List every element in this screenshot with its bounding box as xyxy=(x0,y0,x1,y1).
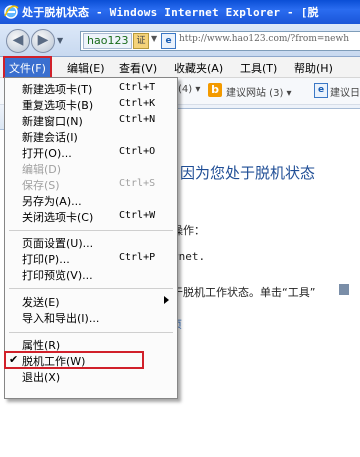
internet-explorer-icon xyxy=(4,5,19,19)
menu-view[interactable]: 查看(V) xyxy=(119,60,157,76)
menu-item-label: 关闭选项卡(C) xyxy=(22,211,94,224)
history-dropdown-icon[interactable]: ▼ xyxy=(57,36,63,45)
suggested-sites-icon: b xyxy=(208,83,222,97)
menu-separator xyxy=(9,332,173,333)
site-label: hao123 xyxy=(83,33,133,49)
menu-item-page-setup[interactable]: 页面设置(U)... xyxy=(5,234,177,250)
menu-item-label: 重复选项卡(B) xyxy=(22,99,94,112)
checkmark-icon: ✔ xyxy=(9,353,19,366)
menu-item-label: 导入和导出(I)... xyxy=(22,312,100,325)
menu-separator xyxy=(9,288,173,289)
certificate-icon[interactable]: 证 xyxy=(133,33,149,49)
menu-item-label: 新建会话(I) xyxy=(22,131,78,144)
menu-item-shortcut: Ctrl+N xyxy=(119,114,156,125)
menu-item-open[interactable]: 打开(O)... Ctrl+O xyxy=(5,144,177,160)
address-field[interactable]: hao123 证 ▼ e http://www.hao123.com/?from… xyxy=(80,31,360,51)
title-bar: 处于脱机状态 - Windows Internet Explorer - [脱 xyxy=(0,0,360,24)
tools-icon xyxy=(339,284,349,295)
menu-item-label: 打印(P)... xyxy=(22,253,70,266)
page-icon: e xyxy=(314,83,328,98)
menu-item-shortcut: Ctrl+P xyxy=(119,252,156,263)
menu-item-label: 脱机工作(W) xyxy=(22,355,86,368)
menu-item-label: 打开(O)... xyxy=(22,147,72,160)
forward-arrow-icon: ▶ xyxy=(37,32,49,48)
suggested-sites-link[interactable]: 建议网站 (3) ▾ xyxy=(226,84,292,99)
submenu-arrow-icon xyxy=(164,296,169,304)
favorites-count[interactable]: (4) ▾ xyxy=(178,84,200,95)
menu-item-save: 保存(S) Ctrl+S xyxy=(5,176,177,192)
menu-item-label: 新建选项卡(T) xyxy=(22,83,93,96)
menu-item-label: 打印预览(V)... xyxy=(22,269,93,282)
menu-item-duplicate-tab[interactable]: 重复选项卡(B) Ctrl+K xyxy=(5,96,177,112)
menu-help[interactable]: 帮助(H) xyxy=(294,60,333,76)
menu-item-send[interactable]: 发送(E) xyxy=(5,293,177,309)
menu-item-shortcut: Ctrl+O xyxy=(119,146,156,157)
menu-item-import-export[interactable]: 导入和导出(I)... xyxy=(5,309,177,325)
menu-item-new-window[interactable]: 新建窗口(N) Ctrl+N xyxy=(5,112,177,128)
menu-item-close-tab[interactable]: 关闭选项卡(C) Ctrl+W xyxy=(5,208,177,224)
menu-item-label: 另存为(A)... xyxy=(22,195,82,208)
menu-item-label: 退出(X) xyxy=(22,371,61,384)
menu-item-label: 发送(E) xyxy=(22,296,60,309)
suggested-link-2[interactable]: 建议日 xyxy=(330,84,360,99)
menu-item-print-preview[interactable]: 打印预览(V)... xyxy=(5,266,177,282)
menu-item-label: 保存(S) xyxy=(22,179,60,192)
menu-tools[interactable]: 工具(T) xyxy=(240,60,277,76)
menu-item-label: 页面设置(U)... xyxy=(22,237,94,250)
menu-item-properties[interactable]: 属性(R) xyxy=(5,336,177,352)
menu-item-save-as[interactable]: 另存为(A)... xyxy=(5,192,177,208)
window-title: 处于脱机状态 - Windows Internet Explorer - [脱 xyxy=(22,6,319,19)
url-text[interactable]: http://www.hao123.com/?from=newh xyxy=(179,34,349,44)
forward-button[interactable]: ▶ xyxy=(31,29,55,53)
file-menu-dropdown: 新建选项卡(T) Ctrl+T 重复选项卡(B) Ctrl+K 新建窗口(N) … xyxy=(4,77,178,399)
back-arrow-icon: ◀ xyxy=(12,32,24,48)
menu-item-label: 属性(R) xyxy=(22,339,61,352)
menu-item-edit: 编辑(D) xyxy=(5,160,177,176)
menu-favorites[interactable]: 收藏夹(A) xyxy=(174,60,223,76)
tab-current[interactable] xyxy=(160,108,360,130)
menu-item-label: 新建窗口(N) xyxy=(22,115,83,128)
menu-item-work-offline[interactable]: ✔ 脱机工作(W) xyxy=(4,351,144,369)
menu-item-shortcut: Ctrl+W xyxy=(119,210,156,221)
menu-bar: 文件(F) 编辑(E) 查看(V) 收藏夹(A) 工具(T) 帮助(H) xyxy=(0,56,360,80)
menu-item-exit[interactable]: 退出(X) xyxy=(5,368,177,384)
menu-item-new-tab[interactable]: 新建选项卡(T) Ctrl+T xyxy=(5,80,177,96)
menu-item-shortcut: Ctrl+K xyxy=(119,98,156,109)
page-icon: e xyxy=(161,33,176,49)
back-button[interactable]: ◀ xyxy=(6,29,30,53)
certificate-dropdown-icon[interactable]: ▼ xyxy=(151,34,157,43)
menu-item-shortcut: Ctrl+S xyxy=(119,178,156,189)
menu-separator xyxy=(9,230,173,231)
menu-item-label: 编辑(D) xyxy=(22,163,62,176)
content-line-3: 于脱机工作状态。单击“工具” xyxy=(172,286,316,299)
menu-file[interactable]: 文件(F) xyxy=(3,56,52,80)
menu-item-new-session[interactable]: 新建会话(I) xyxy=(5,128,177,144)
menu-edit[interactable]: 编辑(E) xyxy=(67,60,105,76)
menu-item-shortcut: Ctrl+T xyxy=(119,82,156,93)
navigation-bar: ◀ ▶ ▼ hao123 证 ▼ e http://www.hao123.com… xyxy=(0,24,360,57)
menu-item-print[interactable]: 打印(P)... Ctrl+P xyxy=(5,250,177,266)
